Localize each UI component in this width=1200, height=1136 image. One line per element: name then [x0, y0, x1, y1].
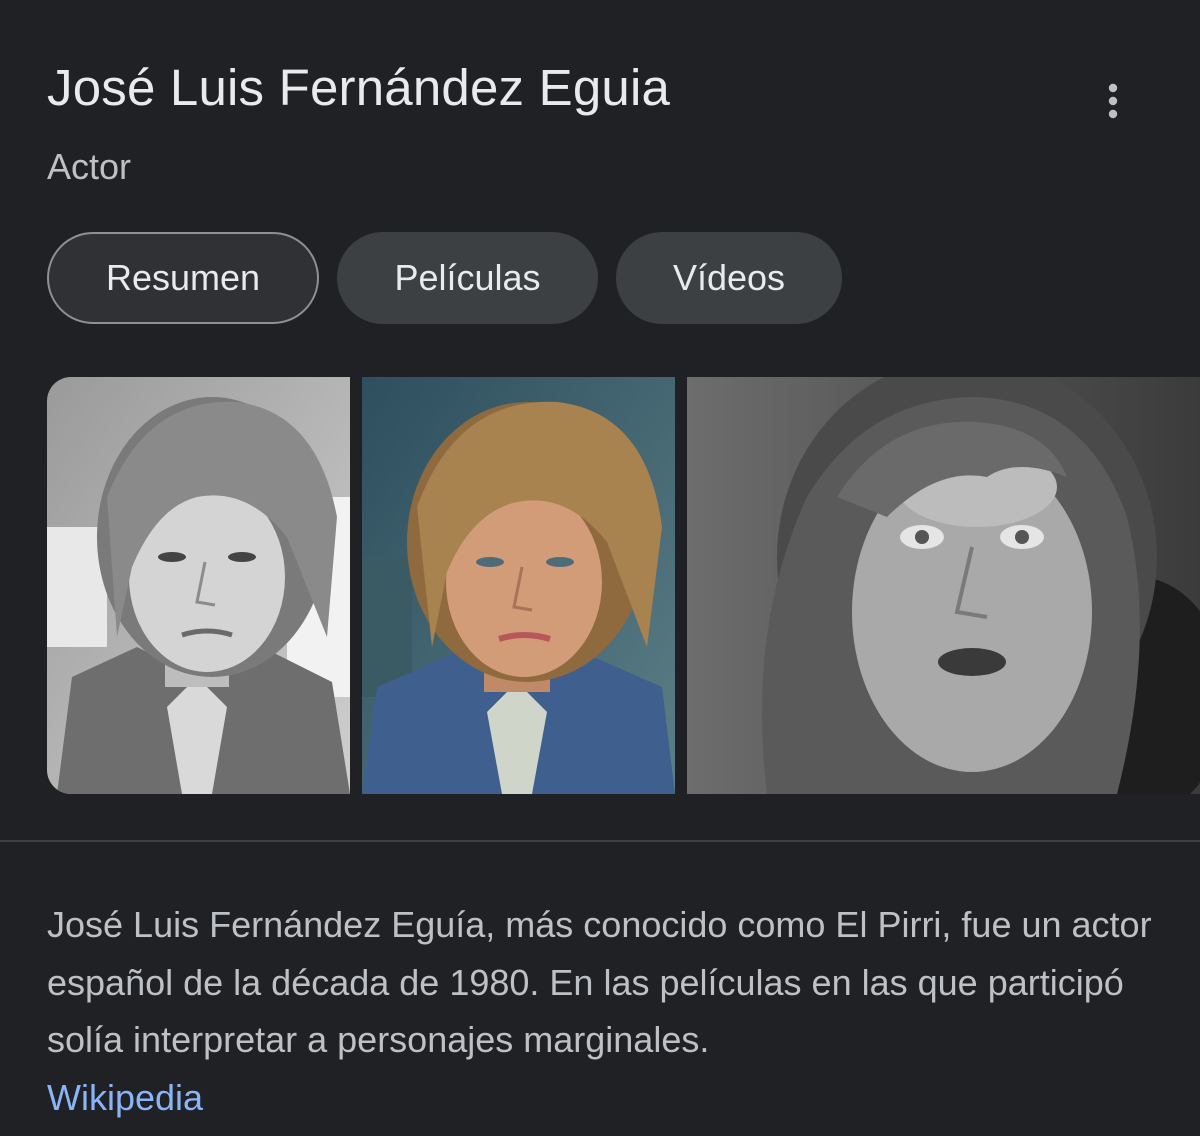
description-text: José Luis Fernández Eguía, más conocido …: [47, 904, 1152, 1060]
wikipedia-source-link[interactable]: Wikipedia: [47, 1077, 203, 1118]
more-options-button[interactable]: [1090, 78, 1136, 124]
portrait-bw-image: [47, 377, 350, 794]
entity-subtitle: Actor: [47, 146, 132, 187]
portrait-color-image: [362, 377, 675, 794]
tab-videos[interactable]: Vídeos: [616, 232, 842, 324]
tab-resumen[interactable]: Resumen: [47, 232, 319, 324]
more-vert-icon: [1108, 83, 1118, 119]
section-divider: [0, 840, 1200, 842]
photo-thumbnail-1[interactable]: [47, 377, 350, 794]
portrait-closeup-image: [687, 377, 1200, 794]
image-carousel[interactable]: [47, 377, 1200, 794]
photo-thumbnail-3[interactable]: [687, 377, 1200, 794]
entity-title: José Luis Fernández Eguia: [47, 59, 671, 116]
tab-peliculas[interactable]: Películas: [337, 232, 598, 324]
photo-thumbnail-2[interactable]: [362, 377, 675, 794]
entity-description: José Luis Fernández Eguía, más conocido …: [47, 896, 1157, 1126]
